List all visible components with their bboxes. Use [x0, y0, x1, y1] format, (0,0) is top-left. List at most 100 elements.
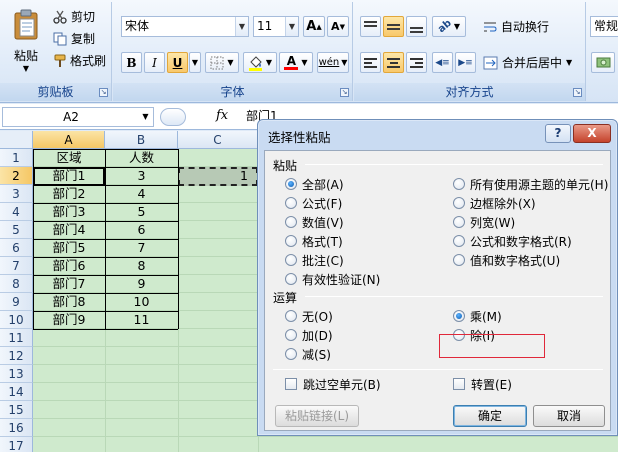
fill-color-button[interactable]: ▼ [243, 52, 277, 73]
cut-button[interactable]: 剪切 [52, 7, 108, 26]
align-right-button[interactable] [406, 52, 427, 73]
shrink-font-button[interactable]: A ▼ [327, 16, 349, 37]
paste-alt-option-0[interactable]: 所有使用源主题的单元(H) [453, 176, 608, 192]
paste-alt-option-3[interactable]: 公式和数字格式(R) [453, 233, 572, 249]
align-center-button[interactable] [383, 52, 404, 73]
row-header-10[interactable]: 10 [0, 311, 33, 329]
paste-option-4[interactable]: 批注(C) [285, 252, 344, 268]
formula-cancel-button[interactable] [160, 108, 186, 126]
font-name-combo[interactable]: 宋体 ▼ [121, 16, 249, 37]
clipboard-dialog-launcher[interactable]: ↘ [99, 88, 108, 97]
radio-button[interactable] [285, 273, 297, 285]
borders-button[interactable]: ▼ [205, 52, 239, 73]
radio-button[interactable] [453, 254, 465, 266]
wrap-text-button[interactable]: 自动换行 [482, 16, 558, 37]
checkbox-box[interactable] [453, 378, 465, 390]
paste-option-5[interactable]: 有效性验证(N) [285, 271, 380, 287]
row-header-9[interactable]: 9 [0, 293, 33, 311]
radio-button[interactable] [285, 254, 297, 266]
table-cell[interactable]: 10 [105, 293, 178, 311]
row-header-12[interactable]: 12 [0, 347, 33, 365]
row-header-17[interactable]: 17 [0, 437, 33, 452]
row-header-3[interactable]: 3 [0, 185, 33, 203]
radio-button[interactable] [285, 235, 297, 247]
table-cell[interactable]: 部门5 [33, 239, 105, 257]
operation-option-2[interactable]: 减(S) [285, 346, 331, 362]
table-cell[interactable]: 4 [105, 185, 178, 203]
align-bottom-button[interactable] [406, 16, 427, 37]
operation-option-1[interactable]: 加(D) [285, 327, 333, 343]
radio-button[interactable] [453, 310, 465, 322]
radio-button[interactable] [285, 216, 297, 228]
table-cell[interactable]: 9 [105, 275, 178, 293]
font-color-button[interactable]: A ▼ [279, 52, 313, 73]
close-button[interactable]: X [573, 124, 611, 143]
radio-button[interactable] [453, 197, 465, 209]
format-painter-button[interactable]: 格式刷 [52, 51, 110, 70]
table-cell[interactable]: 部门9 [33, 311, 105, 329]
orientation-button[interactable]: ab ▼ [432, 16, 466, 37]
underline-dropdown[interactable]: ▼ [189, 52, 201, 73]
paste-alt-option-1[interactable]: 边框除外(X) [453, 195, 536, 211]
row-header-5[interactable]: 5 [0, 221, 33, 239]
underline-button[interactable]: U [167, 52, 188, 73]
paste-option-1[interactable]: 公式(F) [285, 195, 342, 211]
row-header-7[interactable]: 7 [0, 257, 33, 275]
row-header-2[interactable]: 2 [0, 167, 33, 185]
table-cell[interactable]: 7 [105, 239, 178, 257]
decrease-indent-button[interactable]: ◀≡ [432, 52, 453, 73]
row-header-4[interactable]: 4 [0, 203, 33, 221]
table-cell[interactable]: 6 [105, 221, 178, 239]
operation-option-0[interactable]: 无(O) [285, 308, 333, 324]
radio-button[interactable] [285, 310, 297, 322]
row-header-13[interactable]: 13 [0, 365, 33, 383]
select-all-corner[interactable] [0, 131, 33, 149]
table-cell[interactable]: 部门6 [33, 257, 105, 275]
accounting-format-button[interactable] [591, 52, 615, 73]
cancel-button[interactable]: 取消 [533, 405, 605, 427]
ok-button[interactable]: 确定 [453, 405, 527, 427]
row-header-1[interactable]: 1 [0, 149, 33, 167]
paste-button[interactable]: 粘贴 ▼ [6, 4, 46, 78]
row-header-8[interactable]: 8 [0, 275, 33, 293]
font-dialog-launcher[interactable]: ↘ [340, 88, 349, 97]
help-button[interactable]: ? [545, 124, 571, 143]
chevron-down-icon[interactable]: ▼ [139, 108, 152, 126]
align-left-button[interactable] [360, 52, 381, 73]
table-cell[interactable]: 5 [105, 203, 178, 221]
radio-button[interactable] [285, 197, 297, 209]
column-header-a[interactable]: A [33, 131, 105, 149]
table-cell[interactable]: 11 [105, 311, 178, 329]
skip-blanks-checkbox[interactable]: 跳过空单元(B) [285, 376, 381, 392]
radio-button[interactable] [285, 329, 297, 341]
paste-alt-option-4[interactable]: 值和数字格式(U) [453, 252, 560, 268]
grow-font-button[interactable]: A ▲ [303, 16, 325, 37]
radio-button[interactable] [453, 178, 465, 190]
radio-button[interactable] [453, 235, 465, 247]
header-cell[interactable]: 人数 [105, 149, 178, 167]
merge-center-button[interactable]: 合并后居中 ▼ [482, 52, 582, 73]
table-cell[interactable]: 部门2 [33, 185, 105, 203]
number-format-combo[interactable]: 常规 [590, 16, 618, 37]
radio-button[interactable] [453, 216, 465, 228]
chevron-down-icon[interactable]: ▼ [285, 17, 298, 36]
header-cell[interactable]: 区域 [33, 149, 105, 167]
row-header-15[interactable]: 15 [0, 401, 33, 419]
paste-option-3[interactable]: 格式(T) [285, 233, 343, 249]
paste-alt-option-2[interactable]: 列宽(W) [453, 214, 515, 230]
row-header-11[interactable]: 11 [0, 329, 33, 347]
bold-button[interactable]: B [121, 52, 142, 73]
paste-link-button[interactable]: 粘贴链接(L) [275, 405, 359, 427]
table-cell[interactable]: 部门8 [33, 293, 105, 311]
transpose-checkbox[interactable]: 转置(E) [453, 376, 512, 392]
increase-indent-button[interactable]: ▶≡ [455, 52, 476, 73]
table-cell[interactable]: 部门4 [33, 221, 105, 239]
align-middle-button[interactable] [383, 16, 404, 37]
checkbox-box[interactable] [285, 378, 297, 390]
operation-alt-option-0[interactable]: 乘(M) [453, 308, 502, 324]
row-header-16[interactable]: 16 [0, 419, 33, 437]
column-header-b[interactable]: B [105, 131, 178, 149]
paste-option-2[interactable]: 数值(V) [285, 214, 344, 230]
table-cell[interactable]: 部门7 [33, 275, 105, 293]
active-cell[interactable] [33, 167, 105, 186]
